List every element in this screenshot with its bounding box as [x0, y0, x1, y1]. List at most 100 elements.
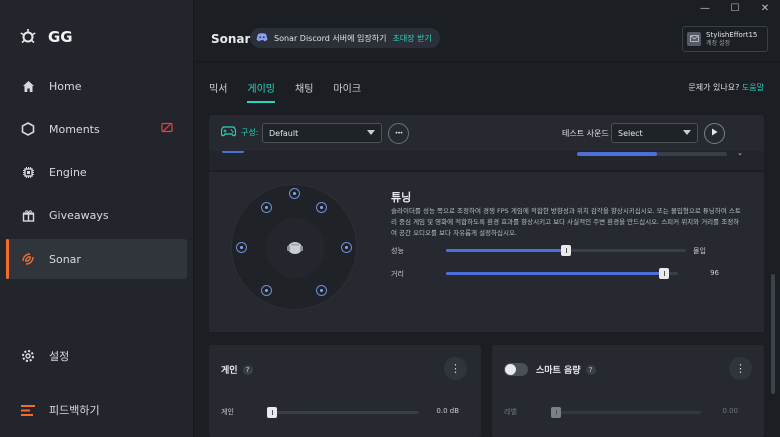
user-account-button[interactable]: StylishEffort15 계정 설정 [682, 26, 768, 52]
more-icon: ••• [394, 130, 404, 137]
tuning-slider-track[interactable] [446, 245, 686, 256]
smart-volume-title-text: 스마트 음량 [536, 366, 581, 376]
level-slider-track [551, 407, 701, 418]
gift-icon [21, 208, 35, 222]
sidebar-item-label: Giveaways [49, 208, 109, 222]
logo: GG [20, 28, 73, 46]
distance-value: 96 [710, 269, 719, 277]
discord-icon [256, 32, 268, 44]
tab-microphone[interactable]: 마이크 [333, 80, 361, 103]
distance-slider-fill [446, 272, 664, 275]
smart-volume-menu-button[interactable]: ⋮ [729, 357, 752, 380]
level-value: 0.00 [722, 407, 738, 415]
gain-slider-track[interactable] [267, 407, 419, 418]
tuning-panel: 튜닝 슬라이더를 성능 쪽으로 조정하여 경쟁 FPS 게임에 적합한 방향성과… [209, 172, 764, 332]
tuning-title: 튜닝 [391, 191, 412, 204]
slider-label-distance: 거리 [391, 270, 404, 278]
sidebar-item-moments[interactable]: Moments [6, 109, 187, 149]
discord-text: Sonar Discord 서버에 입장하기 [274, 33, 387, 43]
speaker-front-right[interactable] [316, 202, 327, 213]
partial-slider-fill [577, 152, 657, 156]
tab-gaming[interactable]: 게이밍 [247, 80, 276, 103]
discord-banner[interactable]: Sonar Discord 서버에 입장하기 초대장 받기 [250, 28, 440, 48]
gain-title-text: 게인 [221, 366, 238, 376]
test-sound-select[interactable]: Select [611, 123, 698, 143]
distance-slider-track[interactable] [446, 268, 678, 279]
avatar [687, 32, 701, 46]
chevron-down-icon[interactable]: ⌄ [737, 151, 743, 157]
discord-invite-link[interactable]: 초대장 받기 [392, 33, 431, 44]
gain-menu-button[interactable]: ⋮ [444, 357, 467, 380]
tab-chat[interactable]: 채팅 [295, 80, 313, 103]
gain-slider-thumb[interactable] [267, 407, 277, 418]
maximize-icon[interactable]: ☐ [720, 0, 750, 16]
scrollbar-thumb[interactable] [771, 274, 775, 394]
gear-icon [21, 349, 35, 363]
speaker-side-right[interactable] [341, 242, 352, 253]
speaker-rear-left[interactable] [261, 285, 272, 296]
feedback-icon [21, 403, 35, 417]
speaker-front-left[interactable] [261, 202, 272, 213]
gain-card: 게인 ? ⋮ 게인 0.0 dB [209, 345, 481, 437]
smart-volume-toggle[interactable] [504, 363, 528, 376]
preset-value: Default [269, 128, 299, 138]
sidebar-item-giveaways[interactable]: Giveaways [6, 195, 187, 235]
sidebar-item-home[interactable]: Home [6, 66, 187, 106]
config-bar: 구성: Default ••• 테스트 사운드 Select [209, 115, 764, 151]
help-icon[interactable]: ? [242, 364, 253, 375]
page-title: Sonar [211, 32, 251, 46]
speaker-rear-right[interactable] [316, 285, 327, 296]
user-name: StylishEffort15 [706, 30, 758, 39]
help-link[interactable]: 도움말 [742, 83, 764, 92]
sidebar-item-feedback[interactable]: 피드백하기 [6, 390, 187, 430]
sidebar-item-label: Engine [49, 165, 87, 179]
logo-text: GG [48, 28, 73, 46]
sidebar-item-settings[interactable]: 설정 [6, 336, 187, 376]
more-options-button[interactable]: ••• [388, 123, 409, 144]
speaker-side-left[interactable] [236, 242, 247, 253]
account-settings-link[interactable]: 계정 설정 [706, 40, 757, 48]
slider-label-performance: 성능 [391, 247, 404, 255]
help-question: 문제가 있나요? [688, 83, 740, 92]
sonar-icon [21, 252, 35, 266]
home-icon [21, 79, 35, 93]
gamepad-icon [220, 126, 237, 140]
scrolled-row: ⌄ [209, 151, 764, 171]
minimize-icon[interactable]: — [690, 0, 720, 16]
chevron-down-icon [367, 130, 375, 135]
slider-label-immersion: 몰입 [693, 247, 706, 255]
scrollbar[interactable] [770, 62, 776, 437]
sidebar-item-label: Moments [49, 122, 100, 136]
sidebar-item-sonar[interactable]: Sonar [6, 239, 187, 279]
speaker-front-center[interactable] [289, 188, 300, 199]
play-button[interactable] [704, 123, 725, 144]
tuning-slider-fill [446, 249, 566, 252]
sidebar-item-engine[interactable]: Engine [6, 152, 187, 192]
chip-icon [21, 165, 35, 179]
steelseries-logo-icon [20, 29, 36, 44]
partial-slider-track [577, 152, 727, 156]
listener-head-icon [285, 238, 305, 258]
test-sound-label: 테스트 사운드 [562, 129, 609, 138]
distance-slider-thumb[interactable] [659, 268, 669, 279]
chevron-down-icon [683, 130, 691, 135]
tuning-description: 슬라이더를 성능 쪽으로 조정하여 경쟁 FPS 게임에 적합한 방향성과 위치… [391, 207, 741, 237]
smart-volume-card: 스마트 음량 ? ⋮ 레벨 0.00 [492, 345, 764, 437]
config-label: 구성: [241, 128, 259, 137]
hexagon-icon [21, 122, 35, 136]
spatial-audio-pad[interactable] [231, 184, 357, 310]
test-sound-value: Select [618, 128, 643, 138]
help-text: 문제가 있나요? 도움말 [688, 82, 764, 93]
tab-mixer[interactable]: 믹서 [209, 80, 227, 103]
header: Sonar Sonar Discord 서버에 입장하기 초대장 받기 Styl… [194, 18, 780, 62]
tab-bar: 믹서 게이밍 채팅 마이크 [209, 80, 361, 103]
sidebar-item-label: 설정 [49, 350, 70, 363]
help-icon[interactable]: ? [585, 364, 596, 375]
tuning-slider-thumb[interactable] [561, 245, 571, 256]
level-slider-label: 레벨 [504, 408, 517, 416]
sidebar: GG Home Moments Engine Giveaways Sonar 설… [0, 0, 194, 437]
play-icon [711, 128, 718, 139]
close-icon[interactable]: ✕ [750, 0, 780, 16]
level-slider-thumb [551, 407, 561, 418]
preset-select[interactable]: Default [262, 123, 382, 143]
